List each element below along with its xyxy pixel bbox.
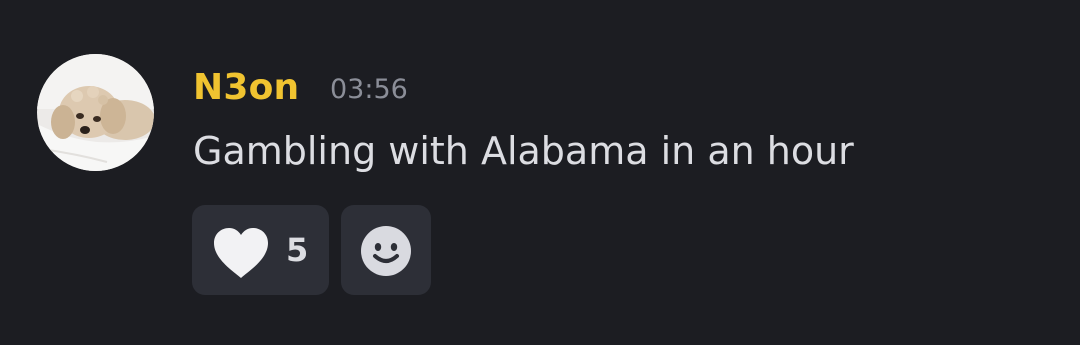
add-reaction-button[interactable] (341, 205, 431, 295)
reaction-count[interactable]: 5 (286, 230, 308, 270)
heart-reaction-button[interactable] (192, 205, 329, 295)
dog-photo-avatar-icon (37, 54, 154, 171)
heart-icon (214, 228, 268, 278)
message-timestamp: 03:56 (330, 74, 408, 105)
avatar[interactable] (37, 54, 154, 171)
chat-message: N3on 03:56 Gambling with Alabama in an h… (0, 0, 1080, 345)
author-name[interactable]: N3on (193, 66, 299, 110)
message-text: Gambling with Alabama in an hour (193, 129, 854, 173)
smile-icon (361, 226, 411, 276)
